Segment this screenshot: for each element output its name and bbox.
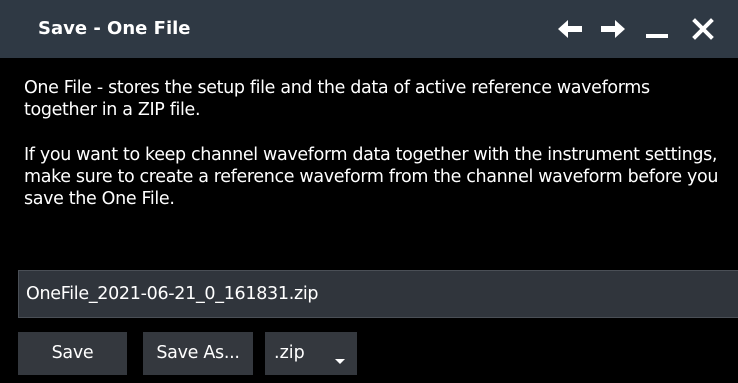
title-bar: Save - One File [0,0,738,58]
save-button[interactable]: Save [18,332,127,375]
file-extension-select[interactable]: .zip [265,332,357,375]
dialog-content: One File - stores the setup file and the… [0,58,738,383]
close-icon[interactable] [688,14,718,44]
dialog-title: Save - One File [38,18,191,39]
save-one-file-dialog: Save - One File One File - stores the se… [0,0,738,383]
save-as-button[interactable]: Save As... [143,332,253,375]
arrow-right-icon[interactable] [598,14,628,44]
hint-text: If you want to keep channel waveform dat… [24,145,719,209]
filename-input[interactable]: OneFile_2021-06-21_0_161831.zip [18,270,738,318]
description-text: One File - stores the setup file and the… [24,78,650,120]
file-extension-value: .zip [274,343,305,363]
minimize-icon[interactable] [642,14,672,44]
arrow-left-icon[interactable] [555,14,585,44]
chevron-down-icon [334,350,346,369]
